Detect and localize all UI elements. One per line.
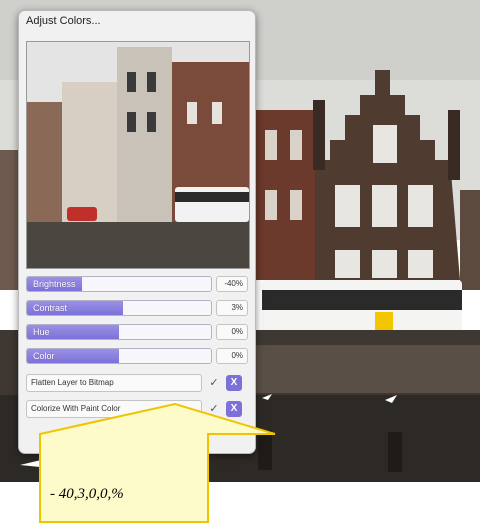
contrast-value[interactable]: 3%	[216, 300, 248, 316]
contrast-label: Contrast	[33, 303, 68, 313]
adjust-colors-dialog: Adjust Colors... Brightness -40% Contras…	[18, 10, 256, 454]
hue-label: Hue	[33, 327, 50, 337]
colorize-label[interactable]: Colorize With Paint Color	[26, 400, 202, 418]
x-icon[interactable]: X	[226, 401, 242, 417]
brightness-slider[interactable]: Brightness -40%	[26, 276, 248, 292]
flatten-layer-row: Flatten Layer to Bitmap ✓ X	[26, 374, 248, 392]
color-track[interactable]: Color	[26, 348, 212, 364]
color-label: Color	[33, 351, 55, 361]
contrast-track[interactable]: Contrast	[26, 300, 212, 316]
color-value[interactable]: 0%	[216, 348, 248, 364]
check-icon[interactable]: ✓	[207, 376, 221, 390]
x-icon[interactable]: X	[226, 375, 242, 391]
brightness-value[interactable]: -40%	[216, 276, 248, 292]
color-slider[interactable]: Color 0%	[26, 348, 248, 364]
colorize-row: Colorize With Paint Color ✓ X	[26, 400, 248, 418]
brightness-label: Brightness	[33, 279, 76, 289]
check-icon[interactable]: ✓	[207, 402, 221, 416]
dialog-title: Adjust Colors...	[26, 15, 101, 27]
preview-image	[26, 41, 250, 269]
hue-track[interactable]: Hue	[26, 324, 212, 340]
done-button[interactable]: Done	[77, 429, 187, 447]
flatten-layer-label[interactable]: Flatten Layer to Bitmap	[26, 374, 202, 392]
callout-text: - 40,3,0,0,%	[50, 486, 124, 502]
hue-slider[interactable]: Hue 0%	[26, 324, 248, 340]
contrast-slider[interactable]: Contrast 3%	[26, 300, 248, 316]
hue-value[interactable]: 0%	[216, 324, 248, 340]
brightness-track[interactable]: Brightness	[26, 276, 212, 292]
